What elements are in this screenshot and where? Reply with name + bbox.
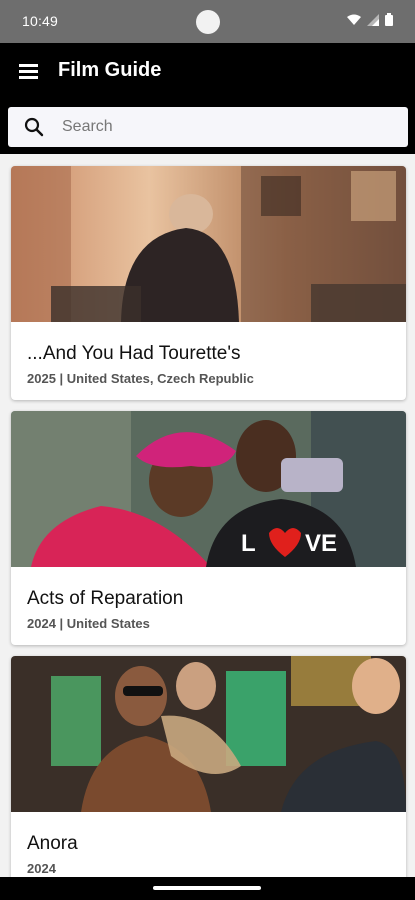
hamburger-menu-icon[interactable] [14, 57, 44, 87]
svg-text:L: L [241, 530, 256, 557]
film-poster-image [11, 656, 406, 812]
film-poster-image: L VE [11, 411, 406, 567]
app-bar: Film Guide [0, 43, 415, 100]
film-meta: 2024 [27, 861, 56, 876]
search-box[interactable] [8, 107, 408, 147]
battery-icon [385, 13, 393, 26]
home-indicator[interactable] [153, 886, 261, 890]
film-meta: 2024 | United States [27, 616, 150, 631]
svg-text:VE: VE [305, 530, 337, 557]
status-time: 10:49 [22, 13, 59, 29]
signal-icon [367, 13, 379, 26]
film-list[interactable]: ...And You Had Tourette's 2025 | United … [0, 154, 415, 877]
film-title: Acts of Reparation [27, 588, 184, 609]
status-bar: 10:49 [0, 0, 415, 43]
film-title: ...And You Had Tourette's [27, 343, 241, 364]
film-title: Anora [27, 833, 78, 854]
wifi-icon [347, 14, 361, 25]
film-card[interactable]: Anora 2024 [11, 656, 406, 877]
film-card[interactable]: ...And You Had Tourette's 2025 | United … [11, 166, 406, 400]
app-title: Film Guide [58, 59, 162, 81]
film-card[interactable]: L VE Acts of Reparation 2024 | United St… [11, 411, 406, 645]
gesture-nav-bar [0, 877, 415, 900]
camera-cutout [196, 10, 220, 34]
film-meta: 2025 | United States, Czech Republic [27, 371, 254, 386]
film-poster-image [11, 166, 406, 322]
search-bar [0, 100, 415, 154]
search-input[interactable] [62, 107, 392, 147]
status-icons [347, 13, 393, 26]
search-icon[interactable] [24, 117, 44, 142]
